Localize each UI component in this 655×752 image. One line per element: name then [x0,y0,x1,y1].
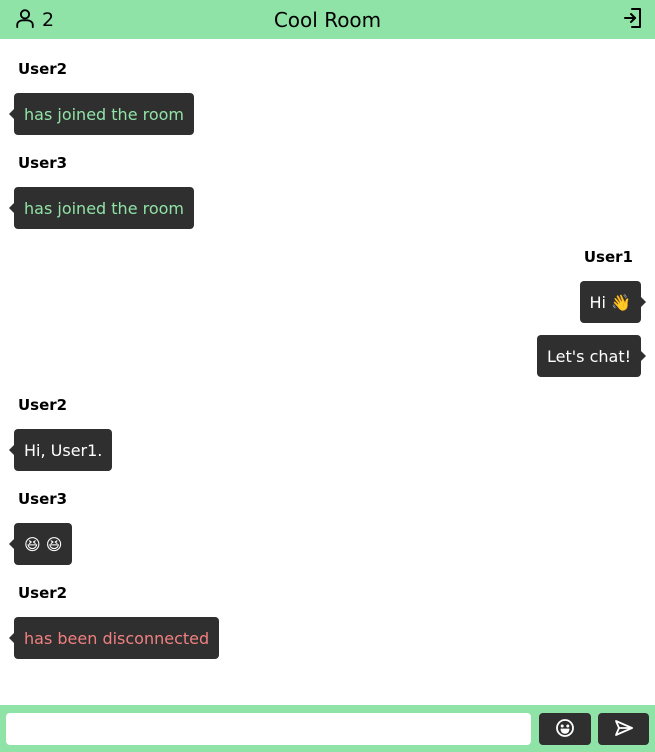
system-message-bubble: has joined the room [8,187,195,229]
message-author: User2 [18,396,68,414]
message-input[interactable] [6,713,531,745]
message-author: User2 [18,60,68,78]
smiley-icon [555,718,575,741]
message-author: User3 [18,154,68,172]
own-message-bubble: Hi 👋 [579,281,647,323]
room-title: Cool Room [273,7,382,32]
emoji-button[interactable] [539,713,591,745]
user-icon [14,7,36,33]
message-bubble: Hi, User1. [8,429,113,471]
header-bar: 2 Cool Room [0,0,655,39]
own-message-bubble: Let's chat! [537,335,646,377]
system-message-bubble: has joined the room [8,93,195,135]
message-author: User2 [18,584,68,602]
chat-app: 2 Cool Room User2 has joined the room Us… [0,0,655,752]
composer-bar [0,705,655,752]
logout-icon [623,7,643,33]
online-users: 2 [14,7,54,33]
send-icon [614,719,634,740]
send-button[interactable] [598,713,649,745]
message-author: User1 [583,248,633,266]
exit-button[interactable] [623,7,643,33]
system-message-bubble: has been disconnected [8,617,220,659]
message-bubble: 😆 😆 [8,523,73,565]
message-list[interactable]: User2 has joined the room User3 has join… [0,39,655,705]
user-count: 2 [42,9,55,31]
message-author: User3 [18,490,68,508]
